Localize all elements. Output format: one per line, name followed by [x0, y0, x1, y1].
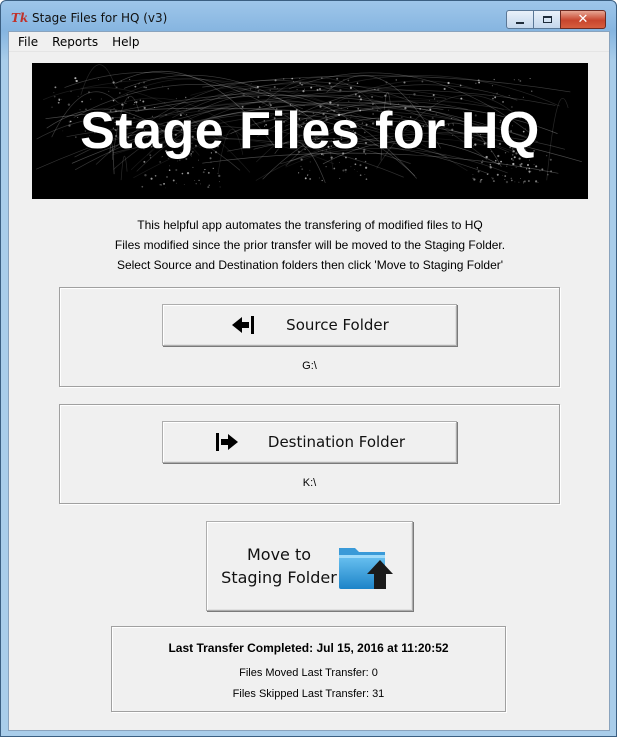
move-label-line2: Staging Folder	[221, 568, 337, 587]
banner-image: Stage Files for HQ	[32, 63, 588, 199]
source-folder-label: Source Folder	[286, 316, 389, 334]
banner-title: Stage Files for HQ	[80, 102, 540, 160]
last-transfer-text: Last Transfer Completed: Jul 15, 2016 at…	[168, 641, 449, 655]
status-box: Last Transfer Completed: Jul 15, 2016 at…	[111, 626, 506, 712]
app-window: Tk Stage Files for HQ (v3) ✕ File Report…	[0, 0, 617, 737]
minimize-button[interactable]	[506, 10, 534, 29]
intro-line: Select Source and Destination folders th…	[116, 258, 504, 272]
move-button-label: Move to Staging Folder	[221, 543, 337, 589]
destination-folder-button[interactable]: Destination Folder	[162, 421, 457, 463]
menu-reports[interactable]: Reports	[45, 35, 105, 49]
intro-line: This helpful app automates the transferi…	[137, 218, 483, 232]
move-label-line1: Move to	[246, 545, 312, 564]
intro-line: Files modified since the prior transfer …	[114, 238, 506, 252]
intro-text: This helpful app automates the transferi…	[9, 215, 611, 275]
close-icon: ✕	[577, 12, 589, 27]
source-path: G:\	[302, 360, 317, 372]
destination-folder-label: Destination Folder	[267, 433, 406, 451]
menu-file[interactable]: File	[11, 35, 45, 49]
minimize-icon	[516, 21, 524, 24]
window-title: Stage Files for HQ (v3)	[32, 11, 168, 25]
menu-bar: File Reports Help	[9, 32, 609, 52]
folder-upload-icon	[339, 548, 393, 589]
move-to-staging-button[interactable]: Move to Staging Folder	[206, 521, 413, 611]
source-folder-button[interactable]: Source Folder	[162, 304, 457, 346]
arrow-right-icon	[215, 433, 238, 451]
menu-help[interactable]: Help	[105, 35, 146, 49]
tk-feather-icon[interactable]: Tk	[11, 11, 28, 25]
title-bar[interactable]: Tk Stage Files for HQ (v3) ✕	[1, 1, 616, 33]
arrow-left-icon	[232, 316, 255, 334]
destination-path: K:\	[302, 477, 317, 489]
files-moved-text: Files Moved Last Transfer: 0	[239, 667, 378, 679]
files-skipped-text: Files Skipped Last Transfer: 31	[232, 688, 385, 700]
close-button[interactable]: ✕	[560, 10, 606, 29]
source-panel: Source Folder G:\	[59, 287, 560, 387]
destination-panel: Destination Folder K:\	[59, 404, 560, 504]
maximize-button[interactable]	[533, 10, 561, 29]
maximize-icon	[542, 16, 552, 23]
caption-buttons: ✕	[506, 10, 606, 29]
client-area: File Reports Help Stage Files for HQ Thi…	[8, 31, 610, 731]
